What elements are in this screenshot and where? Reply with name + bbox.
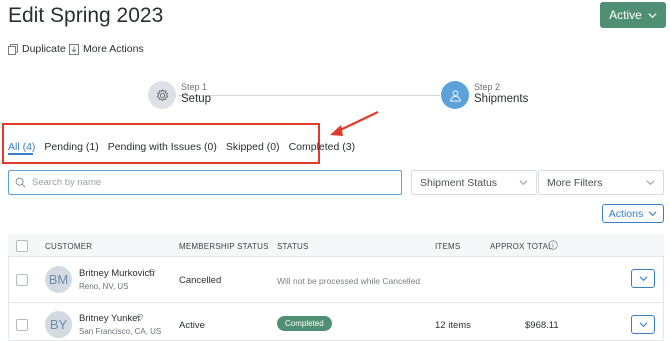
customer-location: San Francisco, CA, US — [79, 327, 162, 336]
chevron-down-icon — [639, 276, 647, 282]
more-filters-dropdown[interactable]: More Filters — [538, 170, 664, 195]
info-icon[interactable] — [548, 240, 558, 250]
shipment-status-label: Shipment Status — [420, 176, 498, 189]
row-checkbox[interactable] — [16, 274, 28, 286]
chevron-down-icon — [519, 180, 528, 186]
status-dropdown-button[interactable]: Active — [600, 2, 666, 28]
customer-location: Reno, NV, US — [79, 282, 129, 291]
more-filters-label: More Filters — [547, 176, 603, 189]
annotation-arrow — [330, 111, 379, 136]
active-tab-indicator — [8, 153, 33, 155]
tab-pending[interactable]: Pending (1) — [44, 141, 98, 153]
chevron-down-icon — [639, 322, 647, 328]
step-shipments-circle[interactable] — [441, 81, 469, 109]
step-setup-circle[interactable] — [148, 81, 176, 109]
tab-completed[interactable]: Completed (3) — [289, 141, 356, 153]
stepper-connector — [178, 95, 440, 96]
step-1-label: Setup — [181, 93, 212, 105]
diamond-icon — [148, 269, 156, 276]
expand-row-button[interactable] — [631, 315, 655, 334]
tab-all[interactable]: All (4) — [8, 141, 35, 153]
row-checkbox[interactable] — [16, 319, 28, 331]
membership-status: Cancelled — [179, 275, 222, 286]
bulk-actions-button[interactable]: Actions — [602, 204, 664, 223]
header-items[interactable]: ITEMS — [435, 242, 460, 251]
header-customer[interactable]: CUSTOMER — [45, 242, 92, 251]
download-icon — [69, 43, 79, 55]
items-count: 12 items — [435, 320, 471, 331]
more-actions-button[interactable]: More Actions — [69, 43, 144, 55]
chevron-down-icon — [648, 12, 657, 18]
search-input[interactable] — [32, 177, 392, 188]
status-badge: Completed — [277, 316, 332, 331]
customer-name[interactable]: Britney Murkovich — [79, 268, 155, 279]
duplicate-icon — [8, 43, 18, 55]
shipment-tabs: All (4) Pending (1) Pending with Issues … — [8, 141, 355, 153]
tab-pending-with-issues[interactable]: Pending with Issues (0) — [108, 141, 217, 153]
row-divider — [8, 302, 664, 303]
header-membership-status[interactable]: MEMBERSHIP STATUS — [179, 242, 269, 251]
diamond-icon — [136, 314, 144, 321]
tab-skipped[interactable]: Skipped (0) — [226, 141, 280, 153]
avatar: BM — [45, 266, 72, 293]
approx-total: $968.11 — [525, 320, 559, 331]
chevron-down-icon — [648, 211, 657, 217]
membership-status: Active — [179, 320, 205, 331]
select-all-checkbox[interactable] — [16, 240, 28, 252]
header-status[interactable]: STATUS — [277, 242, 309, 251]
header-approx-total[interactable]: APPROX TOTAL — [490, 242, 553, 251]
gear-icon — [156, 88, 168, 101]
customer-name[interactable]: Britney Yunker — [79, 313, 141, 324]
table-header — [8, 234, 664, 257]
step-2-number: Step 2 — [474, 82, 501, 92]
duplicate-button[interactable]: Duplicate — [8, 43, 66, 55]
user-icon — [449, 89, 461, 102]
page-title: Edit Spring 2023 — [8, 4, 164, 27]
shipment-status-text: Will not be processed while Cancelled — [277, 276, 421, 286]
duplicate-label: Duplicate — [22, 43, 66, 55]
search-icon — [15, 177, 26, 188]
status-button-label: Active — [609, 8, 642, 22]
avatar: BY — [45, 311, 72, 338]
bulk-actions-label: Actions — [608, 207, 644, 220]
shipment-status-dropdown[interactable]: Shipment Status — [411, 170, 537, 195]
search-box[interactable] — [8, 170, 402, 195]
expand-row-button[interactable] — [631, 269, 655, 288]
chevron-down-icon — [646, 180, 655, 186]
more-actions-label: More Actions — [83, 43, 144, 55]
step-2-label: Shipments — [474, 93, 529, 105]
step-1-number: Step 1 — [181, 82, 208, 92]
